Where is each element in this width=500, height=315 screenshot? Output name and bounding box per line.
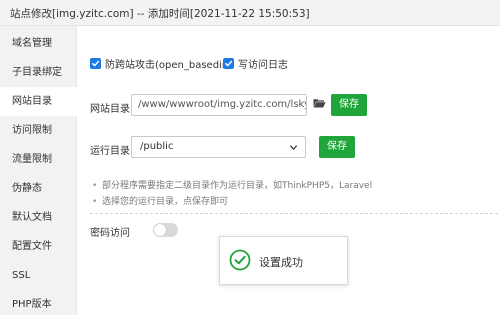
- anti-xss-checkbox[interactable]: 防跨站攻击(open_basedir): [90, 56, 230, 71]
- sidebar-item-rewrite[interactable]: 伪静态: [0, 174, 77, 203]
- run-dir-select[interactable]: /public: [131, 136, 306, 158]
- site-dir-label: 网站目录: [90, 104, 130, 115]
- run-dir-label: 运行目录: [90, 146, 130, 157]
- tip-item: 部分程序需要指定二级目录作为运行目录，如ThinkPHP5，Laravel: [92, 178, 372, 194]
- sidebar-item-default-doc[interactable]: 默认文档: [0, 203, 77, 232]
- site-dir-save-button[interactable]: 保存: [331, 94, 367, 116]
- sidebar-item-traffic-limit[interactable]: 流量限制: [0, 145, 77, 174]
- checkbox-checked-icon: [223, 58, 234, 69]
- access-log-checkbox[interactable]: 写访问日志: [223, 56, 288, 71]
- success-toast: 设置成功: [219, 236, 348, 285]
- chevron-down-icon: [289, 145, 298, 151]
- sidebar-item-config-file[interactable]: 配置文件: [0, 232, 77, 261]
- divider: [90, 213, 498, 214]
- sidebar-item-access-limit[interactable]: 访问限制: [0, 116, 77, 145]
- sidebar: 域名管理 子目录绑定 网站目录 访问限制 流量限制 伪静态 默认文档 配置文件 …: [0, 26, 78, 315]
- window-titlebar: 站点修改[img.yzitc.com] -- 添加时间[2021-11-22 1…: [0, 0, 500, 26]
- toggle-knob: [154, 224, 166, 236]
- sidebar-item-ssl[interactable]: SSL: [0, 261, 77, 290]
- check-circle-icon: [229, 249, 251, 271]
- sidebar-item-subdir-binding[interactable]: 子目录绑定: [0, 58, 77, 87]
- toast-message: 设置成功: [259, 256, 303, 269]
- run-dir-save-button[interactable]: 保存: [319, 136, 355, 158]
- tip-item: 选择您的运行目录，点保存即可: [92, 194, 372, 210]
- sidebar-item-domain[interactable]: 域名管理: [0, 29, 77, 58]
- checkbox-checked-icon: [90, 58, 101, 69]
- folder-open-icon[interactable]: [313, 98, 326, 108]
- window-title: 站点修改[img.yzitc.com] -- 添加时间[2021-11-22 1…: [10, 8, 310, 20]
- anti-xss-label: 防跨站攻击(open_basedir): [105, 60, 230, 71]
- run-dir-selected: /public: [140, 141, 174, 152]
- site-dir-input[interactable]: /www/wwwroot/img.yzitc.com/lsky-pro-: [131, 94, 307, 116]
- sidebar-item-site-dir[interactable]: 网站目录: [0, 87, 78, 116]
- tips-list: 部分程序需要指定二级目录作为运行目录，如ThinkPHP5，Laravel 选择…: [92, 178, 372, 210]
- access-log-label: 写访问日志: [238, 60, 288, 71]
- password-access-toggle[interactable]: [153, 223, 178, 237]
- sidebar-item-php-version[interactable]: PHP版本: [0, 290, 77, 315]
- password-access-label: 密码访问: [90, 228, 130, 239]
